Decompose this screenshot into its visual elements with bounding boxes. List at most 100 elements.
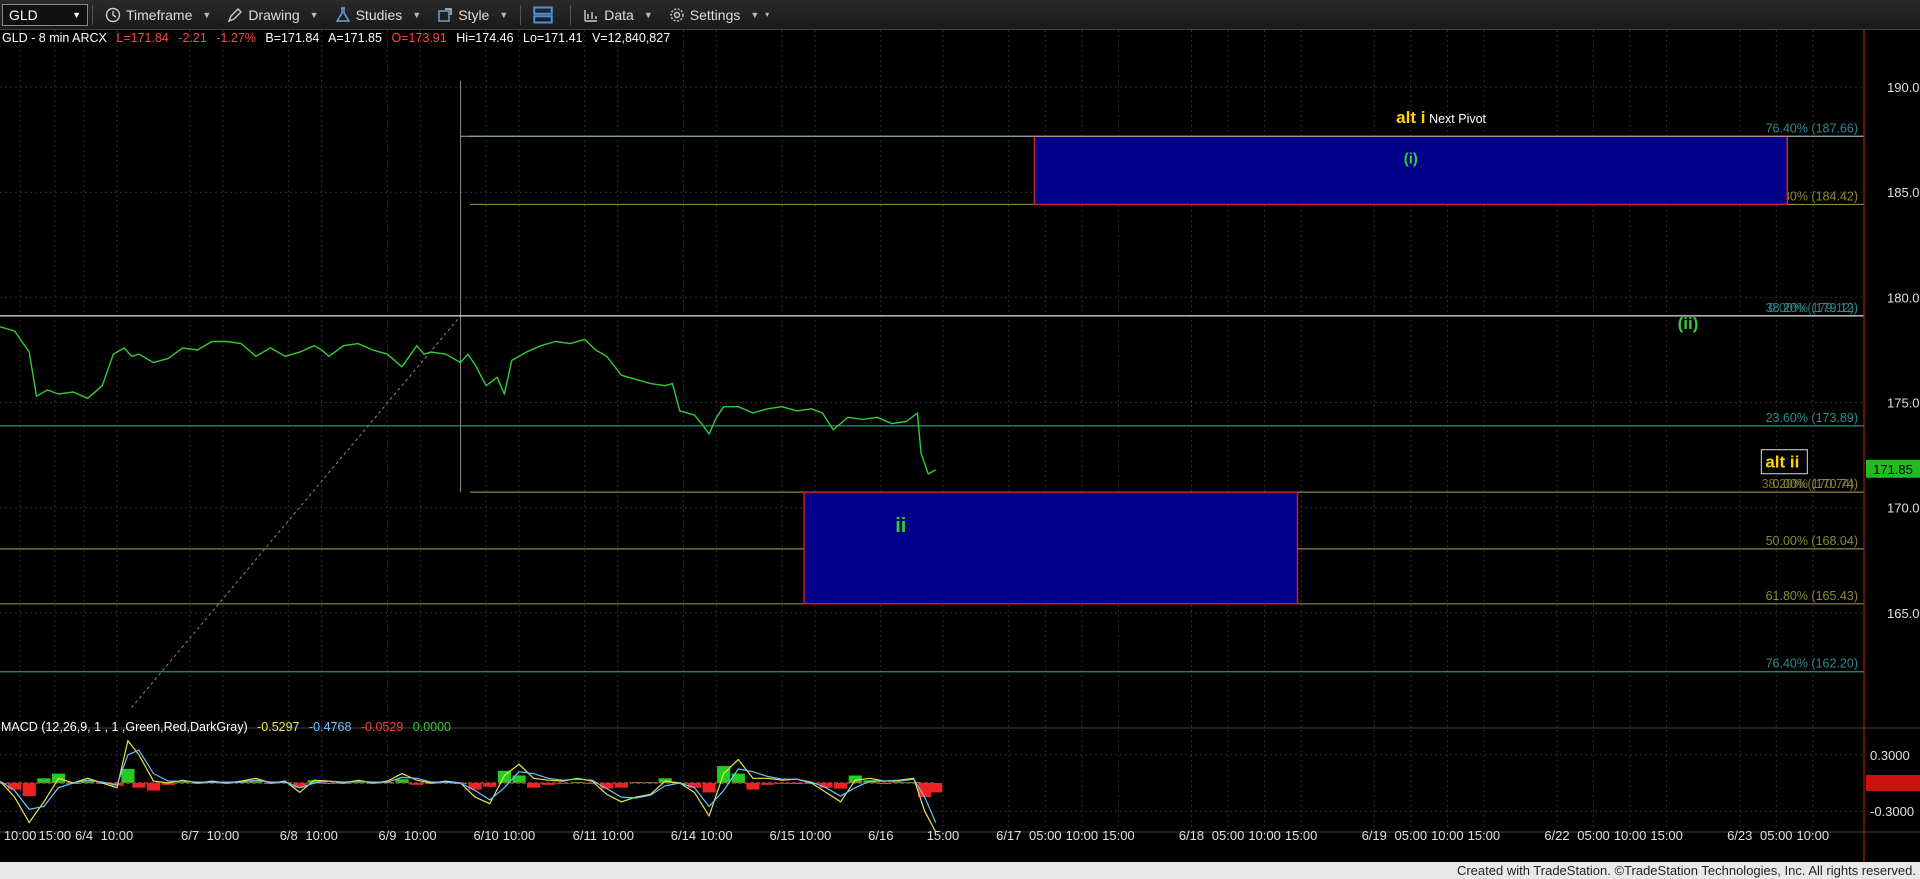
studies-label: Studies [355, 6, 403, 23]
target-box-label: ii [895, 515, 906, 537]
time-tick-label: 05:00 [1760, 828, 1793, 843]
wave-annotation: Next Pivot [1429, 112, 1486, 126]
panels-button[interactable] [525, 2, 566, 28]
time-tick-label: 6/17 [996, 828, 1021, 843]
fib-label: 76.40% (187.66) [1766, 121, 1858, 135]
macd-panel: 0.3000 -0.3000 [0, 739, 1920, 833]
price-tick-label: 190.00 [1887, 80, 1920, 95]
header-bid: B=171.84 [265, 31, 320, 45]
time-tick-label: 6/16 [868, 828, 893, 843]
clock-icon [105, 7, 121, 22]
header-last: L=171.84 [116, 31, 169, 45]
macd-value-tag [1866, 775, 1920, 791]
time-tick-label: 15:00 [1102, 828, 1135, 843]
price-tick-label: 165.00 [1887, 606, 1920, 621]
macd-value-1: -0.5297 [257, 720, 300, 734]
time-tick-label: 15:00 [927, 828, 960, 843]
time-tick-label: 6/4 [75, 828, 93, 843]
price-tick-label: 170.00 [1887, 501, 1920, 516]
header-ask: A=171.85 [328, 31, 382, 45]
time-tick-label: 05:00 [1212, 828, 1245, 843]
time-tick-label: 10:00 [799, 828, 832, 843]
bar-chart-icon [584, 9, 598, 22]
time-tick-label: 10:00 [404, 828, 437, 843]
macd-header: MACD (12,26,9, 1 , 1 ,Green,Red,DarkGray… [1, 720, 457, 734]
last-price-value: 171.85 [1873, 462, 1913, 477]
settings-button[interactable]: Settings ▼ ▾ [661, 2, 778, 28]
time-tick-label: 6/10 [473, 828, 498, 843]
time-tick-label: 05:00 [1395, 828, 1428, 843]
header-pct: -1.27% [216, 31, 256, 45]
pen-icon [228, 7, 243, 22]
time-tick-label: 10:00 [1248, 828, 1281, 843]
macd-histogram-bar [22, 783, 36, 797]
header-volume: V=12,840,827 [591, 31, 671, 45]
time-tick-label: 15:00 [1650, 828, 1683, 843]
time-tick-label: 10:00 [4, 828, 37, 843]
price-tick-label: 175.00 [1887, 396, 1920, 411]
time-tick-label: 10:00 [101, 828, 134, 843]
time-axis: 10:00 15:00 6/4 10:00 6/7 10:00 6/8 10:00 6/9 10:… [4, 828, 1829, 843]
time-tick-label: 6/11 [573, 828, 597, 843]
footer-credit: Created with TradeStation. ©TradeStation… [0, 862, 1920, 879]
price-line [0, 326, 937, 475]
target-box [1033, 135, 1788, 206]
macd-histogram-bar [8, 783, 22, 790]
time-tick-label: 10:00 [1614, 828, 1647, 843]
studies-button[interactable]: Studies ▼ [327, 2, 430, 28]
caret-down-icon: ▾ [765, 10, 770, 19]
macd-histogram-bar [834, 783, 848, 789]
time-tick-label: 6/19 [1362, 828, 1387, 843]
time-tick-label: 05:00 [1577, 828, 1610, 843]
time-tick-label: 6/14 [671, 828, 696, 843]
price-tick-label: 185.00 [1887, 185, 1920, 200]
flask-icon [335, 6, 350, 22]
price-tick-label: 180.00 [1887, 290, 1920, 305]
timeframe-button[interactable]: Timeframe ▼ [97, 2, 219, 28]
style-button[interactable]: Style ▼ [429, 2, 516, 28]
time-tick-label: 10:00 [601, 828, 634, 843]
time-tick-label: 10:00 [1797, 828, 1830, 843]
trend-dotted-line [131, 315, 461, 708]
symbol-input[interactable]: GLD ▼ [2, 3, 88, 26]
time-tick-label: 15:00 [1468, 828, 1501, 843]
style-icon [438, 7, 452, 22]
target-boxes: (i) ii [803, 135, 1788, 605]
caret-down-icon: ▼ [309, 9, 319, 20]
price-chart[interactable]: 76.40% (187.66)61.80% (184.42)38.20% (17… [0, 30, 1920, 862]
time-tick-label: 10:00 [1431, 828, 1464, 843]
time-tick-label: 6/9 [378, 828, 396, 843]
header-title: GLD - 8 min ARCX [2, 31, 107, 45]
caret-down-icon: ▼ [412, 9, 422, 20]
time-tick-label: 6/15 [769, 828, 794, 843]
time-tick-label: 10:00 [1066, 828, 1099, 843]
toolbar-divider [570, 4, 572, 25]
price-series [0, 326, 937, 475]
fib-label: 0.00% (179.12) [1769, 301, 1854, 315]
caret-down-icon: ▼ [499, 9, 509, 20]
wave-annotation: (ii) [1678, 314, 1699, 333]
macd-histogram-bar [746, 783, 760, 790]
wave-annotation: alt ii [1765, 453, 1799, 472]
macd-tick-label: -0.3000 [1870, 804, 1914, 819]
macd-histogram-bar [929, 783, 943, 793]
time-tick-label: 6/23 [1727, 828, 1752, 843]
header-open: O=173.91 [391, 31, 447, 45]
toolbar-divider [92, 4, 93, 25]
time-tick-label: 05:00 [1029, 828, 1062, 843]
time-tick-label: 6/18 [1179, 828, 1204, 843]
macd-histogram-bar [121, 768, 135, 783]
symbol-value: GLD [9, 6, 38, 23]
fib-label: 50.00% (168.04) [1766, 534, 1858, 548]
macd-value-2: -0.4768 [309, 720, 352, 734]
caret-down-icon: ▼ [643, 9, 653, 20]
data-button[interactable]: Data ▼ [575, 2, 661, 28]
drawing-button[interactable]: Drawing ▼ [219, 2, 326, 28]
settings-label: Settings [689, 6, 741, 23]
time-tick-label: 10:00 [700, 828, 733, 843]
chart-toolbar: GLD ▼ Timeframe ▼ Drawing ▼ Studies ▼ St… [0, 0, 1920, 30]
symbol-header: GLD - 8 min ARCX L=171.84 -2.21 -1.27% B… [2, 31, 676, 45]
macd-name: MACD (12,26,9, 1 , 1 ,Green,Red,DarkGray… [1, 720, 248, 734]
wave-annotation: alt i [1396, 108, 1425, 127]
toolbar-divider [520, 4, 522, 25]
